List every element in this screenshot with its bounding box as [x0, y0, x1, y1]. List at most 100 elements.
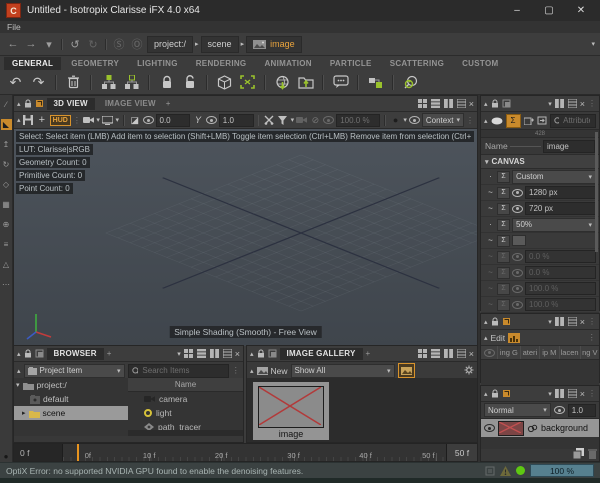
overflow-dots-icon[interactable]: ⋮ — [588, 389, 596, 398]
strip-handle-icon[interactable]: ● — [1, 451, 12, 462]
search-focus-icon[interactable] — [401, 73, 420, 92]
column-header-name[interactable]: Name — [128, 378, 243, 392]
opacity-eye-icon[interactable] — [554, 406, 565, 414]
scrollbar[interactable] — [128, 430, 243, 436]
sigma-icon[interactable]: Σ — [497, 267, 510, 279]
gallery-settings-icon[interactable] — [464, 365, 474, 377]
sigma-icon[interactable]: Σ — [497, 203, 510, 215]
tab-particle[interactable]: PARTICLE — [322, 57, 380, 70]
tree-item-project[interactable]: ▾ project:/ — [14, 378, 128, 392]
eye-icon[interactable] — [512, 285, 523, 293]
warning-icon[interactable] — [500, 466, 511, 476]
lock-icon[interactable] — [491, 389, 499, 398]
panel-collapse-icon[interactable]: ▴ — [484, 100, 488, 108]
eye-icon[interactable] — [512, 253, 523, 261]
column-displacement[interactable]: lacen — [560, 346, 581, 359]
forward-icon[interactable]: → — [23, 38, 39, 50]
overflow-dots-icon[interactable]: ⋮ — [588, 317, 596, 326]
unisolate-icon[interactable] — [122, 73, 141, 92]
add-attribute-icon[interactable] — [524, 116, 534, 125]
tab-scattering[interactable]: SCATTERING — [382, 57, 452, 70]
info-icon[interactable]: Ⓞ — [129, 36, 145, 52]
undo-icon[interactable]: ↶ — [6, 73, 25, 92]
curve-icon[interactable]: ~ — [486, 252, 495, 261]
overflow-dots-icon[interactable]: ⋮ — [588, 332, 597, 343]
item-filter-dropdown[interactable]: Project Item ▾ — [24, 364, 125, 378]
zoom-value[interactable]: 100.0 % — [336, 114, 380, 127]
timeline-ruler[interactable]: 0f 10 f 20 f 30 f 40 f 50 f — [63, 444, 446, 461]
browser-search[interactable] — [128, 364, 229, 378]
resolution-preset-dropdown[interactable]: Custom ▾ — [512, 170, 596, 184]
timeline-start-frame[interactable]: 0 f — [14, 444, 63, 461]
back-icon[interactable]: ← — [5, 38, 21, 50]
lock-icon[interactable] — [24, 99, 32, 108]
tab-image-view[interactable]: IMAGE VIEW — [98, 98, 163, 110]
lock-icon[interactable] — [257, 349, 265, 358]
column-clip-map[interactable]: ip M — [540, 346, 559, 359]
import-reference-icon[interactable] — [273, 73, 292, 92]
overflow-dots-icon[interactable]: ⋮ — [588, 99, 596, 108]
more-tools-icon[interactable]: ⋯ — [1, 279, 12, 290]
pin-icon[interactable] — [502, 389, 511, 398]
layout-grid-icon[interactable] — [418, 349, 427, 358]
align-tool-icon[interactable]: ≡ — [1, 239, 12, 250]
maximize-button[interactable]: ▢ — [536, 5, 562, 16]
lock-icon[interactable] — [157, 73, 176, 92]
refresh-icon[interactable] — [537, 116, 547, 125]
add-tab-button[interactable]: + — [166, 99, 171, 108]
overflow-dots-icon[interactable]: ⋮ — [466, 116, 474, 125]
layout-stack-icon[interactable] — [223, 349, 232, 358]
layout-rows-icon[interactable] — [197, 349, 206, 358]
new-image-button[interactable]: New — [257, 366, 288, 376]
redo-icon[interactable]: ↷ — [29, 73, 48, 92]
shading-table-body[interactable] — [481, 360, 599, 386]
export-context-icon[interactable] — [296, 73, 315, 92]
pivot-tool-icon[interactable]: ⊕ — [1, 219, 12, 230]
browser-search-input[interactable] — [140, 365, 224, 376]
viewport-canvas[interactable]: Select: Select item (LMB) Add item to se… — [14, 129, 477, 346]
add-tab-button[interactable]: + — [366, 349, 371, 358]
tab-browser[interactable]: BROWSER — [47, 348, 104, 360]
tab-general[interactable]: GENERAL — [4, 57, 61, 70]
scale-dropdown[interactable]: 50% ▾ — [512, 218, 596, 232]
pin-icon[interactable] — [268, 349, 277, 358]
goto-icon[interactable]: ↺ — [67, 38, 83, 51]
gamma-eye-icon[interactable] — [206, 116, 217, 124]
panel-close-icon[interactable]: × — [580, 317, 585, 327]
delete-icon[interactable] — [64, 73, 83, 92]
zoom-eye-icon[interactable] — [323, 116, 334, 124]
cube-icon[interactable] — [215, 73, 234, 92]
panel-close-icon[interactable]: × — [469, 349, 474, 359]
tab-animation[interactable]: ANIMATION — [256, 57, 319, 70]
checkbox[interactable] — [512, 235, 526, 246]
filter-dropdown-icon[interactable]: ▾ — [291, 116, 295, 124]
layout-rows-icon[interactable] — [431, 99, 440, 108]
pin-icon[interactable] — [35, 99, 44, 108]
layout-stack-icon[interactable] — [457, 349, 466, 358]
shading-eye-icon[interactable] — [409, 116, 420, 124]
list-item-light[interactable]: light — [128, 406, 243, 420]
panel-dropdown-icon[interactable]: ▾ — [548, 390, 552, 398]
layout-rows-icon[interactable] — [431, 349, 440, 358]
lock-icon[interactable] — [491, 99, 499, 108]
goto-back-icon[interactable]: ↻ — [85, 38, 101, 51]
panel-dropdown-icon[interactable]: ▾ — [177, 350, 181, 358]
curve-icon[interactable]: ~ — [486, 236, 495, 245]
record-icon[interactable] — [296, 114, 308, 127]
exposure-eye-icon[interactable] — [143, 116, 154, 124]
layout-stack-icon[interactable] — [568, 317, 577, 326]
pin-icon[interactable] — [502, 317, 511, 326]
add-tab-button[interactable]: + — [107, 349, 112, 358]
panel-dropdown-icon[interactable]: ▾ — [548, 318, 552, 326]
edit-label[interactable]: Edit — [491, 333, 506, 343]
toolbar-collapse-icon[interactable]: ▴ — [484, 117, 488, 125]
breadcrumb-scene[interactable]: scene — [201, 36, 239, 53]
toolbar-collapse-icon[interactable]: ▴ — [17, 116, 21, 124]
name-value[interactable]: image — [543, 140, 595, 153]
thumbnail-view-toggle[interactable] — [398, 363, 415, 378]
layout-columns-icon[interactable] — [444, 99, 453, 108]
nav-options-dropdown-icon[interactable]: ▾ — [591, 40, 595, 48]
sigma-icon[interactable]: Σ — [497, 187, 510, 199]
gallery-thumbnail-card[interactable]: image — [253, 382, 329, 440]
tree-item-default[interactable]: default — [14, 392, 128, 406]
